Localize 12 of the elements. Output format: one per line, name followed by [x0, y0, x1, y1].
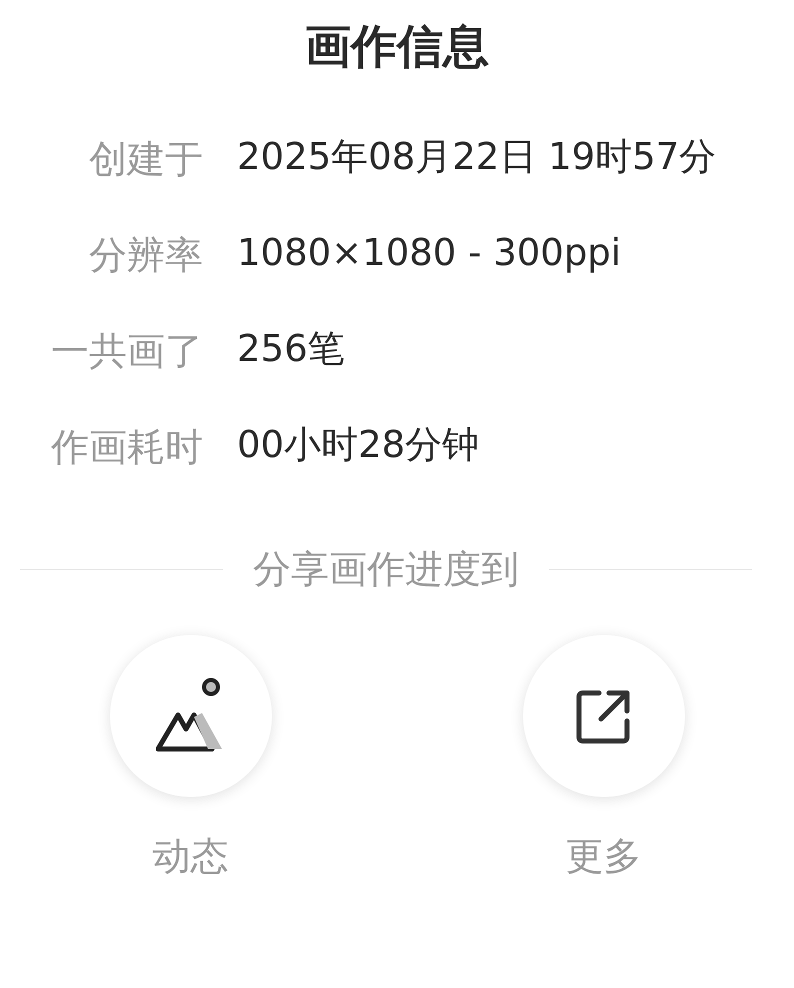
info-label: 作画耗时 [50, 424, 203, 471]
info-value: 256笔 [237, 326, 346, 372]
info-value: 1080×1080 - 300ppi [237, 230, 622, 276]
info-label: 分辨率 [88, 232, 203, 279]
share-label: 动态 [152, 833, 228, 880]
info-value: 00小时28分钟 [237, 422, 480, 468]
sheet-title: 画作信息 [304, 18, 490, 75]
section-heading: 分享画作进度到 [253, 546, 519, 593]
share-label: 更多 [566, 833, 642, 880]
info-value: 2025年08月22日 19时57分 [237, 134, 718, 180]
info-label: 一共画了 [50, 328, 203, 375]
info-label: 创建于 [88, 136, 203, 183]
